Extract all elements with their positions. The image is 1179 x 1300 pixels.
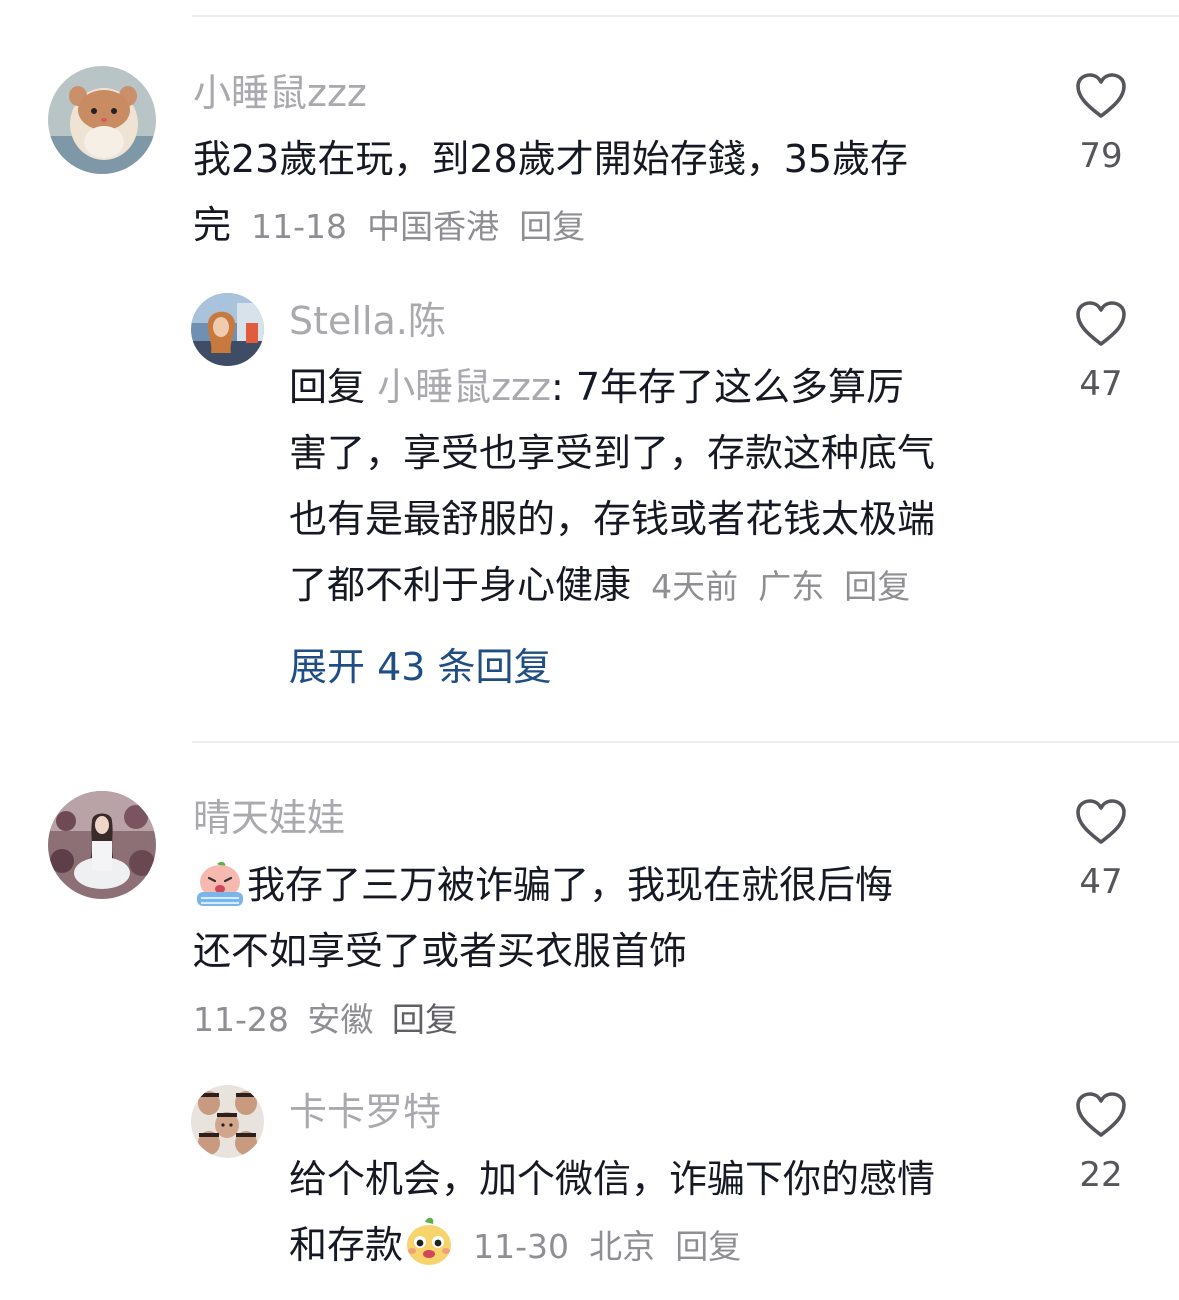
- comment-location: 安徽: [307, 1000, 374, 1039]
- reply-prefix: 回复: [289, 365, 366, 409]
- comment-divider: [192, 741, 1179, 743]
- reply-line: 也有是最舒服的，存钱或者花钱太极端: [289, 497, 936, 541]
- comment-line: 我存了三万被诈骗了，我现在就很后悔: [247, 863, 894, 907]
- reply-location: 北京: [589, 1227, 656, 1266]
- reply-line: 回复 小睡鼠zzz: 7年存了这么多算厉: [289, 354, 1049, 420]
- reply-location: 广东: [758, 567, 825, 606]
- comment-meta: 11-28 安徽 回复: [193, 984, 1033, 1056]
- heart-icon[interactable]: [1075, 1091, 1127, 1139]
- reply-date: 11-30: [473, 1227, 569, 1266]
- reply-username[interactable]: Stella.陈: [289, 298, 446, 344]
- reply-line-meta: 和存款 11-30 北京 回复: [289, 1212, 1049, 1280]
- comment-line: 我存了三万被诈骗了，我现在就很后悔: [193, 852, 1033, 918]
- reply-button[interactable]: 回复: [519, 207, 585, 246]
- like-count: 22: [1079, 1155, 1123, 1195]
- reply-line: 害了，享受也享受到了，存款这种底气: [289, 431, 936, 475]
- crying-face-emoji-icon: [197, 861, 243, 906]
- top-divider: [192, 15, 1179, 17]
- like-count: 47: [1079, 364, 1123, 404]
- like-count: 79: [1079, 136, 1123, 176]
- comment-username[interactable]: 小睡鼠zzz: [193, 70, 367, 116]
- like-count: 47: [1079, 862, 1123, 902]
- reply-button[interactable]: 回复: [675, 1227, 741, 1266]
- reply-line: 给个机会，加个微信，诈骗下你的感情: [289, 1157, 936, 1201]
- person-avatar-icon: [191, 293, 264, 366]
- expand-replies-link[interactable]: 展开 43 条回复: [289, 644, 552, 690]
- reply-line-meta: 了都不利于身心健康 4天前 广东 回复: [289, 552, 1049, 620]
- comment-line: 我23歲在玩，到28歲才開始存錢，35歲存: [193, 137, 909, 181]
- reply-button[interactable]: 回复: [392, 1000, 458, 1039]
- cute-face-emoji-icon: [407, 1217, 452, 1265]
- comment-line: 还不如享受了或者买衣服首饰: [193, 929, 688, 973]
- comment-line-meta: 完 11-18 中国香港 回复: [193, 192, 1033, 260]
- heart-icon[interactable]: [1075, 300, 1127, 348]
- reply-text: 给个机会，加个微信，诈骗下你的感情 和存款 11-30 北京 回复: [289, 1146, 1049, 1280]
- comment-username[interactable]: 晴天娃娃: [193, 795, 345, 841]
- reply-line: 了都不利于身心健康: [289, 563, 632, 607]
- reply-button[interactable]: 回复: [844, 567, 910, 606]
- reply-line: : 7年存了这么多算厉: [550, 365, 905, 409]
- comment-date: 11-28: [193, 1000, 289, 1039]
- reply-line: 和存款: [289, 1223, 404, 1267]
- comment-date: 11-18: [251, 207, 347, 246]
- comment-location: 中国香港: [367, 207, 500, 246]
- avatar[interactable]: [191, 1085, 264, 1158]
- avatar[interactable]: [191, 293, 264, 366]
- comment-text: 我存了三万被诈骗了，我现在就很后悔 还不如享受了或者买衣服首饰 11-28 安徽…: [193, 852, 1033, 1056]
- heart-icon[interactable]: [1075, 72, 1127, 120]
- face-collage-avatar-icon: [191, 1085, 264, 1158]
- heart-icon[interactable]: [1075, 798, 1127, 846]
- reply-date: 4天前: [651, 567, 739, 606]
- comment-text: 我23歲在玩，到28歲才開始存錢，35歲存 完 11-18 中国香港 回复: [193, 126, 1033, 260]
- comment-line: 完: [193, 203, 232, 247]
- reply-text: 回复 小睡鼠zzz: 7年存了这么多算厉 害了，享受也享受到了，存款这种底气 也…: [289, 354, 1049, 620]
- reply-to-username[interactable]: 小睡鼠zzz: [377, 365, 551, 409]
- reply-username[interactable]: 卡卡罗特: [289, 1089, 441, 1135]
- avatar[interactable]: [48, 66, 156, 174]
- hamster-avatar-icon: [48, 66, 156, 174]
- person-avatar-icon: [48, 791, 156, 899]
- avatar[interactable]: [48, 791, 156, 899]
